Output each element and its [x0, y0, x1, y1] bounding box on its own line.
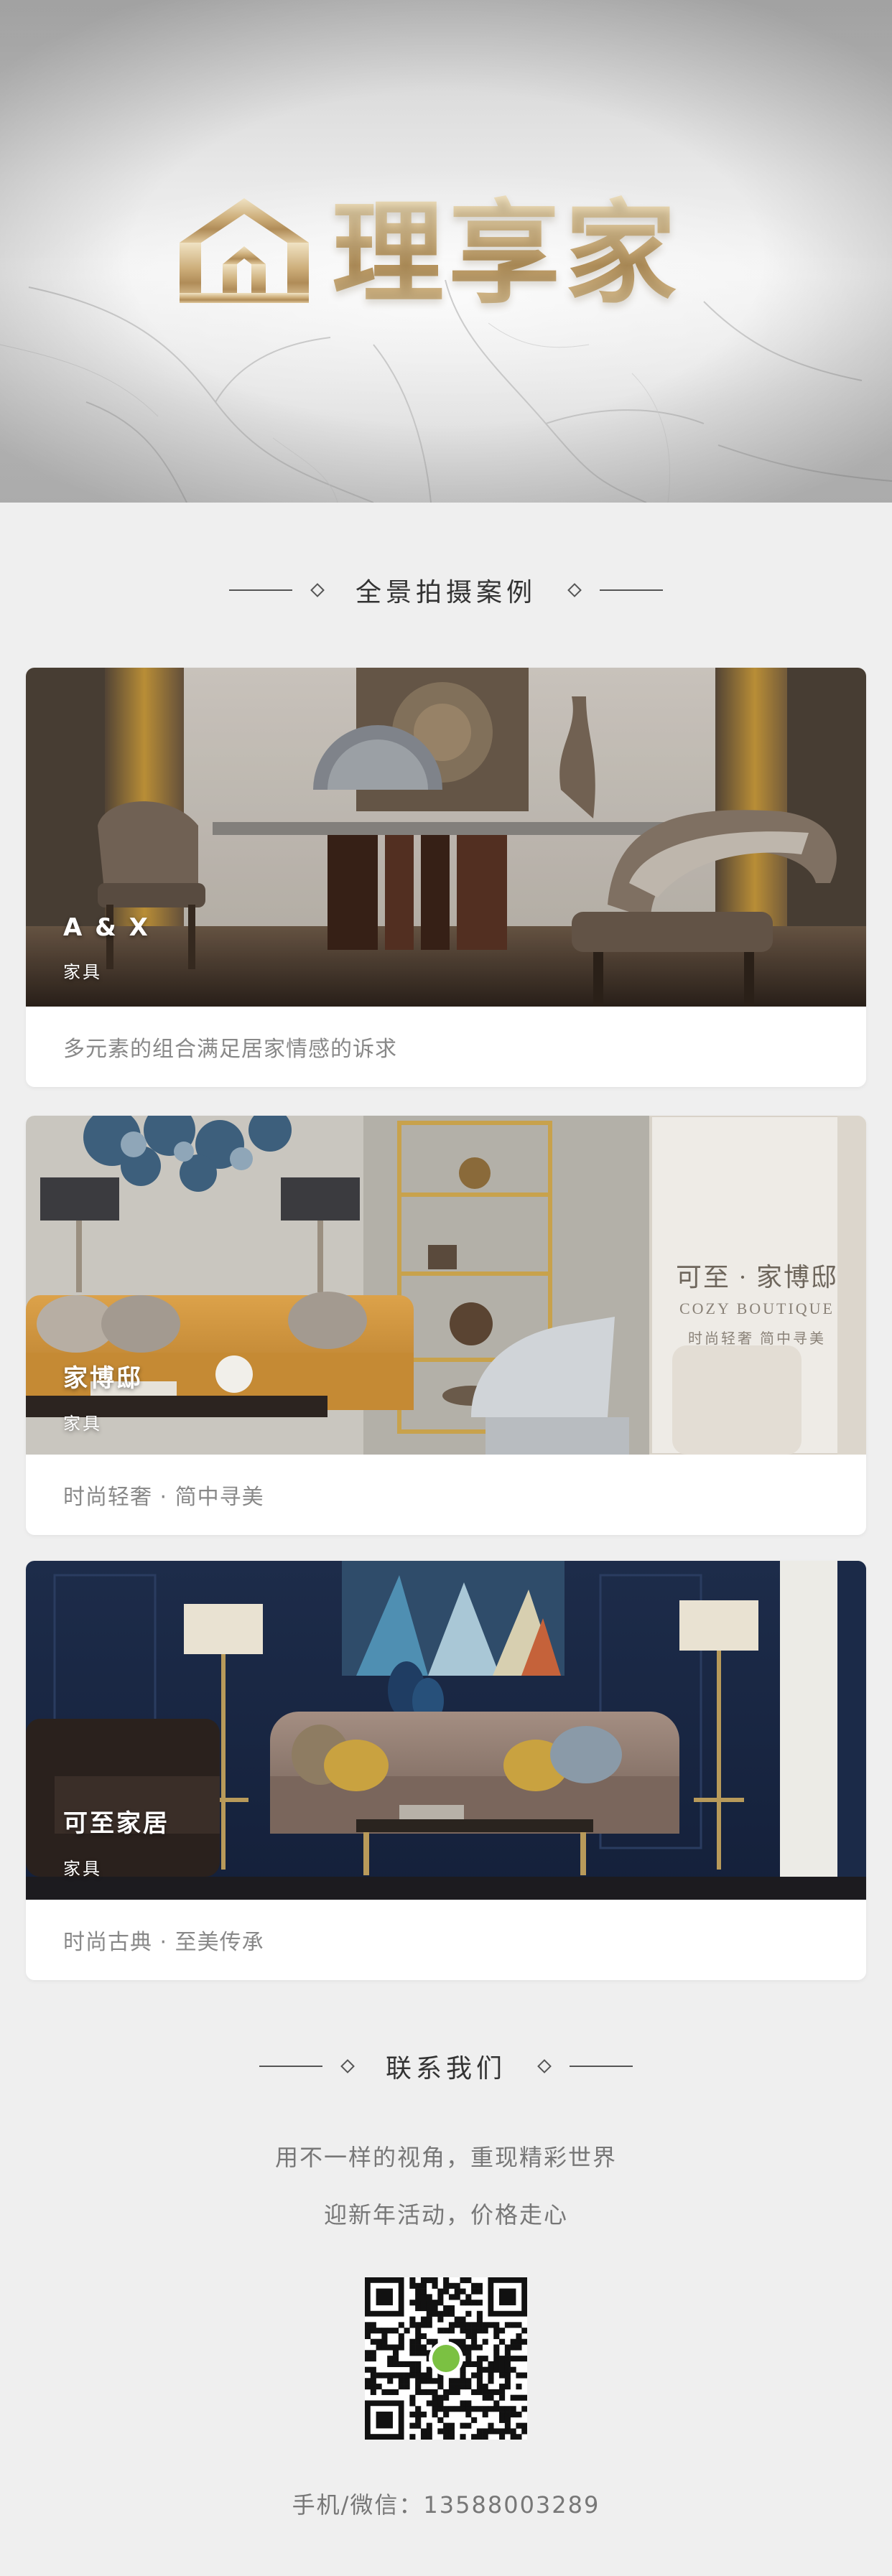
brand-name-label: A & X [63, 913, 150, 942]
contact-slogan: 用不一样的视角，重现精彩世界 [274, 2144, 617, 2171]
divider-line [600, 589, 663, 591]
case-card-jiabodi[interactable]: 可至 · 家博邸 COZY BOUTIQUE 时尚轻奢 简中寻美 家博邸 家具 … [26, 1116, 866, 1535]
inset-title: 可至 · 家博邸 [676, 1263, 838, 1292]
divider-line [228, 589, 292, 591]
wechat-icon [432, 2345, 460, 2372]
diamond-icon [310, 583, 325, 597]
diamond-icon [340, 2059, 355, 2073]
brand-type-label: 家具 [63, 1859, 102, 1879]
contact-phone[interactable]: 手机/微信：13588003289 [0, 2487, 892, 2520]
brand-name-label: 可至家居 [63, 1809, 169, 1838]
contact-promo: 迎新年活动，价格走心 [323, 2201, 568, 2229]
case-brand: 可至家居 家具 [63, 1803, 169, 1880]
brand-name: 理享家 [332, 188, 681, 319]
case-card-ax[interactable]: A & X 家具 多元素的组合满足居家情感的诉求 [26, 668, 866, 1087]
cases-section-heading: 全景拍摄案例 [0, 569, 892, 612]
house-logo-icon [180, 198, 309, 303]
divider-line [570, 2066, 633, 2067]
dining-room-photo [26, 668, 866, 1007]
inset-brand-panel: 可至 · 家博邸 COZY BOUTIQUE 时尚轻奢 简中寻美 [664, 1256, 850, 1348]
case-photo: 可至家居 家具 [26, 1561, 866, 1900]
divider-line [259, 2066, 322, 2067]
case-brand: A & X 家具 [63, 913, 150, 983]
case-caption: 时尚轻奢 · 简中寻美 [63, 1485, 264, 1510]
case-photo: 可至 · 家博邸 COZY BOUTIQUE 时尚轻奢 简中寻美 家博邸 家具 [26, 1116, 866, 1455]
hero-banner: 理享家 [0, 0, 892, 503]
section-title: 全景拍摄案例 [355, 578, 536, 607]
inset-english-title: COZY BOUTIQUE [679, 1299, 835, 1317]
qr-code-graphic [365, 2277, 528, 2440]
case-card-kezhi[interactable]: 可至家居 家具 时尚古典 · 至美传承 [26, 1561, 866, 1980]
section-title: 联系我们 [385, 2054, 506, 2083]
brand-type-label: 家具 [63, 962, 102, 982]
wechat-qr-code[interactable] [365, 2277, 528, 2440]
case-brand: 家博邸 家具 [63, 1358, 143, 1434]
brand-logo: 理享家 [172, 192, 718, 314]
case-caption: 多元素的组合满足居家情感的诉求 [63, 1037, 397, 1062]
inset-slogan: 时尚轻奢 简中寻美 [688, 1331, 826, 1347]
contact-section-heading: 联系我们 [0, 2045, 892, 2088]
brand-type-label: 家具 [63, 1414, 102, 1434]
diamond-icon [567, 583, 582, 597]
case-photo: A & X 家具 [26, 668, 866, 1007]
brand-name-label: 家博邸 [63, 1364, 143, 1393]
case-caption: 时尚古典 · 至美传承 [63, 1930, 264, 1955]
diamond-icon [537, 2059, 552, 2073]
